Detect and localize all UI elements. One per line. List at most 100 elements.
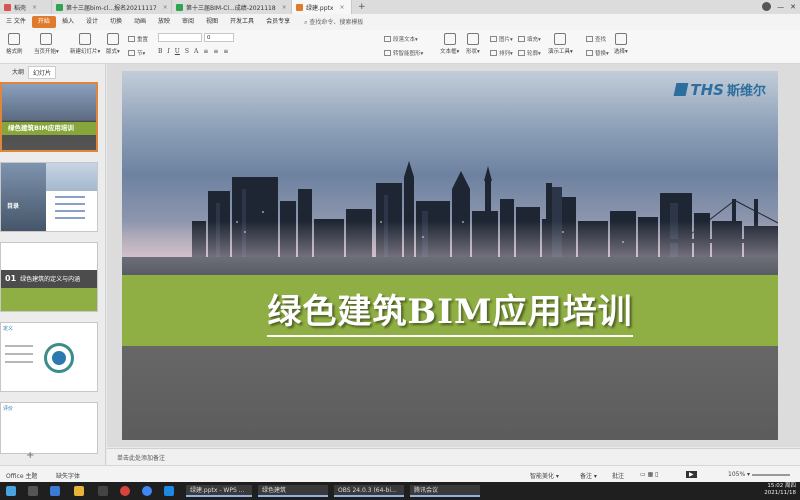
add-slide-icon[interactable]: +: [26, 450, 34, 461]
view-buttons[interactable]: ▭ ▦ ▯: [640, 471, 658, 478]
menu-item-8[interactable]: 视图: [200, 16, 224, 28]
taskbar-window-meeting[interactable]: 腾讯会议: [410, 485, 480, 497]
missing-font-button[interactable]: 缺失字体: [56, 471, 80, 480]
close-icon[interactable]: ×: [32, 4, 37, 11]
menu-item-7[interactable]: 审阅: [176, 16, 200, 28]
ribbon-button-1[interactable]: 当页开始▾: [34, 33, 59, 55]
tab-outline[interactable]: 大纲: [8, 66, 28, 79]
menu-item-1[interactable]: 开始: [31, 16, 56, 28]
font-size-select[interactable]: 0: [204, 33, 234, 42]
current-slide[interactable]: 绿色建筑BIM应用培训 THS 斯维尔: [122, 71, 778, 440]
close-icon[interactable]: ×: [163, 4, 168, 11]
clock-date: 2021/11/18: [764, 490, 796, 496]
explorer-icon[interactable]: [74, 486, 84, 496]
menu-item-10[interactable]: 会员专享: [260, 16, 296, 28]
slide-title-box[interactable]: 绿色建筑BIM应用培训: [122, 275, 778, 346]
ribbon-small-button-0[interactable]: 重置: [128, 35, 148, 43]
menu-item-9[interactable]: 开发工具: [224, 16, 260, 28]
ribbon-button-2[interactable]: 新建幻灯片▾: [70, 33, 100, 55]
ribbon-small-button-4[interactable]: 图片▾: [490, 35, 513, 43]
zoom-slider[interactable]: [752, 474, 790, 476]
ribbon-small-button-2[interactable]: 段落文本▾: [384, 35, 418, 43]
notes-toggle[interactable]: 备注 ▾: [580, 471, 597, 480]
notes-placeholder: 单击此处添加备注: [117, 455, 166, 462]
slide-thumbnail-4[interactable]: 定义: [0, 322, 98, 392]
window-controls: — ✕: [762, 2, 796, 11]
menu-item-3[interactable]: 设计: [80, 16, 104, 28]
ribbon-label: 当页开始▾: [34, 49, 59, 55]
tab-4[interactable]: 绿建.pptx ×: [292, 0, 352, 14]
close-icon[interactable]: ×: [339, 4, 344, 11]
ribbon-label: 选择▾: [614, 49, 628, 55]
tab-slides[interactable]: 幻灯片: [28, 66, 57, 79]
align-left-icon[interactable]: ≡: [203, 48, 208, 55]
underline-button[interactable]: U: [175, 48, 180, 55]
menu-item-6[interactable]: 放映: [152, 16, 176, 28]
user-avatar[interactable]: [762, 2, 772, 11]
tab-2[interactable]: 第十三届bim-cl...报名20211117 ×: [52, 0, 172, 14]
ribbon-small-button-1[interactable]: 节▾: [128, 49, 145, 57]
start-icon[interactable]: [6, 486, 16, 496]
ribbon-button-0[interactable]: 格式刷: [6, 33, 23, 55]
menu-item-5[interactable]: 动画: [128, 16, 152, 28]
play-button[interactable]: ▶: [686, 471, 697, 478]
tab-3[interactable]: 第十三届BIM-Cl...成绩-2021118 ×: [172, 0, 292, 14]
slide-thumbnail-5[interactable]: 评价: [0, 402, 98, 454]
italic-button[interactable]: I: [167, 48, 169, 55]
slide-thumbnail-2[interactable]: 目录: [0, 162, 98, 232]
slide-thumbnail-1[interactable]: 绿色建筑BIM应用培训: [0, 82, 98, 152]
app-icon[interactable]: [98, 486, 108, 496]
ribbon-small-button-5[interactable]: 排列▾: [490, 49, 513, 57]
notes-pane[interactable]: 单击此处添加备注: [107, 448, 800, 465]
edge-icon[interactable]: [50, 486, 60, 496]
system-clock[interactable]: 15:02 周四 2021/11/18: [764, 483, 796, 497]
ribbon-small-button-3[interactable]: 转智能图形▾: [384, 49, 423, 57]
menu-item-4[interactable]: 切换: [104, 16, 128, 28]
taskbar-window-folder[interactable]: 绿色建筑: [258, 485, 328, 497]
ribbon-small-button-7[interactable]: 轮廓▾: [518, 49, 541, 57]
font-family-select[interactable]: [158, 33, 202, 42]
task-view-icon[interactable]: [28, 486, 38, 496]
zoom-level[interactable]: 105% ▾: [728, 471, 750, 478]
thumb-line: [5, 345, 33, 347]
align-right-icon[interactable]: ≡: [223, 48, 228, 55]
new-tab-icon[interactable]: +: [352, 2, 372, 12]
ribbon-icon: [518, 36, 525, 42]
ribbon-icon: [128, 50, 135, 56]
ribbon-button-3[interactable]: 版式▾: [106, 33, 120, 55]
align-center-icon[interactable]: ≡: [213, 48, 218, 55]
taskbar-window-wps[interactable]: 绿建.pptx - WPS ...: [186, 485, 252, 497]
menu-item-0[interactable]: 三 文件: [0, 16, 32, 28]
smart-beautify-button[interactable]: 智能美化 ▾: [530, 471, 559, 480]
ribbon-icon: [490, 50, 497, 56]
ribbon-label: 填充▾: [527, 37, 541, 43]
ribbon-button-5[interactable]: 形状▾: [466, 33, 480, 55]
ribbon-button-7[interactable]: 选择▾: [614, 33, 628, 55]
close-icon[interactable]: ✕: [790, 3, 796, 11]
ribbon-small-button-8[interactable]: 查找: [586, 35, 606, 43]
os-taskbar: 绿建.pptx - WPS ... 绿色建筑 OBS 24.0.3 (64-bi…: [0, 482, 800, 500]
chrome-icon[interactable]: [120, 486, 130, 496]
ribbon-small-button-6[interactable]: 填充▾: [518, 35, 541, 43]
ribbon-label: 替换▾: [595, 51, 609, 57]
strike-button[interactable]: S: [185, 48, 189, 55]
menu-item-2[interactable]: 插入: [56, 16, 80, 28]
tab-1[interactable]: 稻壳 ×: [0, 0, 52, 14]
taskbar-window-obs[interactable]: OBS 24.0.3 (64-bi...: [334, 485, 404, 497]
command-search[interactable]: ⌕ 查找命令、搜索模板: [304, 17, 363, 27]
ribbon-toolbar: 0 B I U S A ≡ ≡ ≡ 格式刷 当页开始▾ 新建幻灯片▾ 版式▾ 文本框▾ 形…: [0, 30, 800, 64]
ribbon-button-6[interactable]: 演示工具▾: [548, 33, 573, 55]
font-color-button[interactable]: A: [194, 48, 198, 55]
ribbon-label: 转智能图形▾: [393, 51, 424, 57]
comment-toggle[interactable]: 批注: [612, 471, 624, 480]
bold-button[interactable]: B: [158, 48, 162, 55]
close-icon[interactable]: ×: [282, 4, 287, 11]
chrome-icon-2[interactable]: [142, 486, 152, 496]
ribbon-button-4[interactable]: 文本框▾: [440, 33, 459, 55]
tab-label: 稻壳: [14, 4, 27, 12]
road-background: [122, 346, 778, 440]
app-icon-2[interactable]: [164, 486, 174, 496]
slide-thumbnail-3[interactable]: 01 绿色建筑的定义与内涵: [0, 242, 98, 312]
minimize-icon[interactable]: —: [777, 3, 784, 11]
ribbon-small-button-9[interactable]: 替换▾: [586, 49, 609, 57]
